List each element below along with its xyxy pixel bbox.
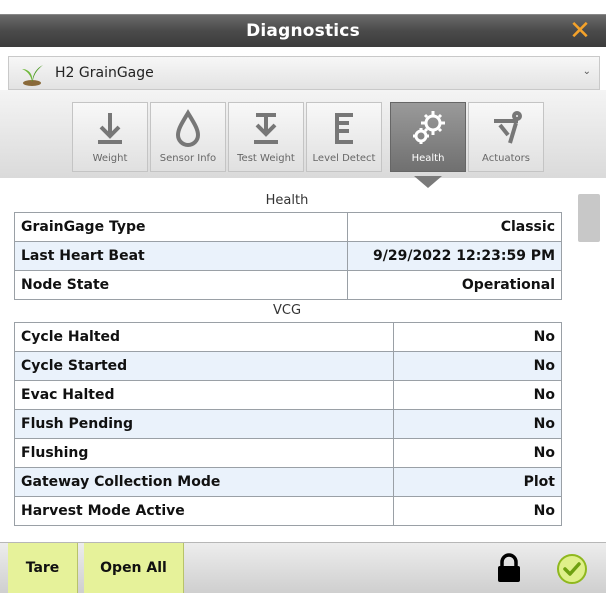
row-label: Flush Pending — [14, 409, 394, 439]
test-weight-icon — [229, 107, 303, 149]
tab-weight[interactable]: Weight — [72, 102, 148, 172]
row-value: No — [393, 351, 562, 381]
vertical-scrollbar[interactable] — [572, 190, 606, 542]
check-circle-icon[interactable] — [556, 553, 588, 585]
table-row: Last Heart Beat 9/29/2022 12:23:59 PM — [14, 241, 562, 271]
tab-test-weight[interactable]: Test Weight — [228, 102, 304, 172]
row-label: Node State — [14, 270, 348, 300]
row-value: No — [393, 322, 562, 352]
row-label: Harvest Mode Active — [14, 496, 394, 526]
close-icon[interactable]: ✕ — [566, 17, 594, 45]
droplet-icon — [151, 107, 225, 149]
tab-sensor-info[interactable]: Sensor Info — [150, 102, 226, 172]
tare-button[interactable]: Tare — [8, 543, 78, 593]
section-header-vcg: VCG — [272, 303, 302, 318]
row-label: Cycle Started — [14, 351, 394, 381]
open-all-button[interactable]: Open All — [84, 543, 184, 593]
row-label: Evac Halted — [14, 380, 394, 410]
table-row: Cycle Started No — [14, 351, 562, 381]
row-value: 9/29/2022 12:23:59 PM — [347, 241, 562, 271]
diagnostics-content: Health GrainGage Type Classic Last Heart… — [12, 190, 562, 542]
row-value: Operational — [347, 270, 562, 300]
tab-label: Level Detect — [312, 153, 376, 164]
tab-label: Test Weight — [237, 153, 295, 164]
row-label: Gateway Collection Mode — [14, 467, 394, 497]
row-label: Flushing — [14, 438, 394, 468]
diagnostics-window: Diagnostics ✕ H2 GrainGage ⌄ Weight Sens… — [0, 0, 606, 593]
window-title: Diagnostics — [246, 21, 360, 41]
tab-label: Weight — [92, 153, 128, 164]
title-bar: Diagnostics ✕ — [0, 14, 606, 47]
row-value: No — [393, 409, 562, 439]
gears-icon — [391, 107, 465, 149]
table-row: Cycle Halted No — [14, 322, 562, 352]
tab-actuators[interactable]: Actuators — [468, 102, 544, 172]
lock-icon[interactable] — [496, 553, 522, 583]
weight-download-icon — [73, 107, 147, 149]
row-label: Last Heart Beat — [14, 241, 348, 271]
actuator-icon — [469, 107, 543, 149]
row-value: Plot — [393, 467, 562, 497]
table-row: GrainGage Type Classic — [14, 212, 562, 242]
row-value: No — [393, 496, 562, 526]
device-selector[interactable]: H2 GrainGage ⌄ — [8, 56, 600, 90]
table-row: Harvest Mode Active No — [14, 496, 562, 526]
health-table: GrainGage Type Classic Last Heart Beat 9… — [14, 212, 562, 300]
scroll-thumb[interactable] — [578, 194, 600, 242]
row-value: No — [393, 438, 562, 468]
level-detect-icon — [307, 107, 381, 149]
table-row: Evac Halted No — [14, 380, 562, 410]
section-header-health: Health — [265, 193, 309, 208]
tab-level-detect[interactable]: Level Detect — [306, 102, 382, 172]
table-row: Flush Pending No — [14, 409, 562, 439]
row-label: GrainGage Type — [14, 212, 348, 242]
table-row: Node State Operational — [14, 270, 562, 300]
table-row: Flushing No — [14, 438, 562, 468]
tab-strip: Weight Sensor Info Test Weight Level Det… — [0, 90, 606, 178]
table-row: Gateway Collection Mode Plot — [14, 467, 562, 497]
tab-health[interactable]: Health — [390, 102, 466, 172]
vcg-table: Cycle Halted No Cycle Started No Evac Ha… — [14, 322, 562, 526]
row-value: Classic — [347, 212, 562, 242]
chevron-down-icon[interactable]: ⌄ — [583, 66, 591, 77]
tab-label: Health — [411, 153, 445, 164]
footer-bar: Tare Open All — [0, 542, 606, 593]
row-label: Cycle Halted — [14, 322, 394, 352]
row-value: No — [393, 380, 562, 410]
active-tab-pointer — [414, 176, 442, 188]
plant-sensor-icon — [22, 65, 43, 86]
tab-label: Actuators — [482, 153, 530, 164]
device-name: H2 GrainGage — [55, 65, 154, 81]
tab-label: Sensor Info — [159, 153, 217, 164]
